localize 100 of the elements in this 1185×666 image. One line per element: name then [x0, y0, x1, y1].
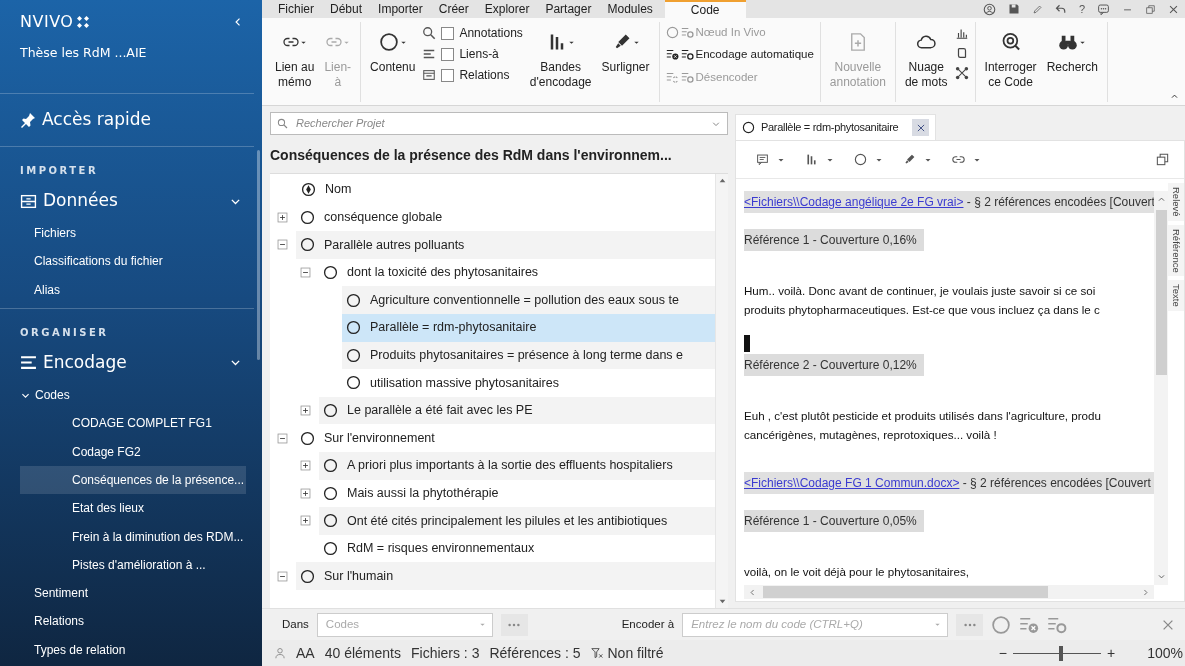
side-tab[interactable]: Relevé: [1168, 183, 1184, 221]
menu-tab[interactable]: Partager: [537, 0, 600, 18]
zoom-in-button[interactable]: +: [1107, 642, 1116, 664]
tree-row[interactable]: Sur l'humain: [296, 562, 715, 590]
sidebar-item[interactable]: Conséquences de la présence...: [20, 465, 246, 495]
tree-row[interactable]: utilisation massive phytosanitaires: [342, 369, 715, 397]
menu-tab[interactable]: Code: [664, 0, 746, 18]
slider-thumb[interactable]: [1059, 645, 1064, 661]
scope-dropdown[interactable]: Codes: [316, 612, 493, 637]
tree-row[interactable]: Mais aussi la phytothérapie: [319, 479, 715, 508]
search-box[interactable]: Rechercher Projet: [270, 112, 728, 135]
sidebar-item[interactable]: Classifications du fichier: [20, 247, 246, 276]
link-icon[interactable]: [952, 153, 965, 166]
sidebar-item[interactable]: Frein à la diminution des RDM...: [20, 522, 246, 551]
checkbox-label[interactable]: Relations: [459, 66, 510, 84]
network-icon[interactable]: [954, 66, 969, 80]
close-tab-button[interactable]: [912, 119, 930, 136]
save-icon[interactable]: [1007, 3, 1020, 15]
file-link[interactable]: <Fichiers\\Codage angélique 2e FG vrai>: [744, 195, 964, 209]
sidebar-item[interactable]: Sentiment: [20, 578, 246, 608]
group-title[interactable]: Données: [43, 188, 118, 214]
sort-icon[interactable]: [301, 182, 316, 198]
project-name[interactable]: Thèse les RdM ...AIE: [20, 44, 147, 63]
bars-icon[interactable]: [805, 153, 818, 166]
menu-tab[interactable]: Importer: [370, 0, 431, 18]
scrollbar-thumb[interactable]: [1155, 210, 1167, 375]
code-name-dropdown[interactable]: Entrez le nom du code (CTRL+Q): [682, 612, 949, 637]
expander-icon[interactable]: [298, 266, 312, 280]
expander-icon[interactable]: [275, 569, 289, 583]
tree-row[interactable]: conséquence globale: [296, 203, 715, 232]
menu-tab[interactable]: Modules: [599, 0, 661, 18]
ribbon-button[interactable]: Nuage de mots: [901, 22, 951, 92]
tree-row[interactable]: Sur l'environnement: [296, 424, 715, 452]
menu-tab[interactable]: Créer: [430, 0, 477, 18]
tree-row[interactable]: Ont été cités principalement les pilules et les antibiotiques: [319, 507, 715, 535]
filter-icon[interactable]: [590, 646, 604, 660]
sidebar-item[interactable]: Alias: [20, 275, 246, 304]
menu-tab[interactable]: Début: [322, 0, 371, 18]
tree-row[interactable]: Le parallèle a été fait avec les PE: [319, 396, 715, 425]
side-tab[interactable]: Référence: [1168, 224, 1184, 277]
file-link[interactable]: <Fichiers\\Codage FG 1 Commun.docx>: [744, 476, 960, 490]
scrollbar-thumb[interactable]: [763, 586, 1048, 598]
ribbon-button[interactable]: Recherch: [1043, 22, 1101, 77]
filter-status[interactable]: Non filtré: [607, 642, 664, 664]
pencil-icon[interactable]: [1031, 3, 1043, 15]
ribbon-button[interactable]: Surligner: [598, 22, 653, 77]
ribbon-button[interactable]: Contenu: [367, 22, 419, 77]
tree-row[interactable]: Parallèle autres polluants: [296, 231, 715, 259]
checkbox[interactable]: [441, 68, 455, 82]
sidebar-item[interactable]: Relations: [20, 607, 246, 636]
search-field[interactable]: Rechercher Projet: [294, 114, 705, 133]
side-tab[interactable]: Texte: [1168, 280, 1184, 312]
chat-icon[interactable]: [1097, 2, 1110, 16]
collapse-ribbon-icon[interactable]: [1170, 92, 1179, 101]
marker-icon[interactable]: [903, 153, 916, 166]
checkbox-label[interactable]: Annotations: [459, 24, 523, 42]
tree-row[interactable]: Agriculture conventionnelle = pollution des eaux sous te: [342, 286, 715, 314]
quick-access-link[interactable]: Accès rapide: [42, 107, 151, 133]
zoom-out-button[interactable]: −: [998, 642, 1007, 664]
tree-row[interactable]: Produits phytosanitaires = présence à long terme dans e: [342, 341, 715, 370]
expander-icon[interactable]: [298, 486, 312, 500]
scope-field[interactable]: Codes: [323, 614, 479, 635]
scroll-up-icon[interactable]: [717, 176, 727, 185]
restore-icon[interactable]: [1145, 3, 1156, 15]
tree-row[interactable]: Parallèle = rdm-phytosanitaire: [342, 313, 715, 342]
sidebar-item[interactable]: Pistes d'amélioration à ...: [20, 550, 246, 579]
undo-icon[interactable]: [1054, 3, 1067, 15]
checkbox[interactable]: [441, 26, 455, 40]
ribbon-button[interactable]: Bandes d'encodage: [526, 22, 595, 92]
checkbox[interactable]: [441, 47, 455, 61]
column-header[interactable]: Nom: [325, 180, 352, 200]
sidebar-item[interactable]: CODAGE COMPLET FG1: [20, 409, 246, 438]
scroll-down-icon[interactable]: [717, 597, 727, 606]
account-icon[interactable]: [982, 2, 996, 16]
ribbon-button[interactable]: Encodage automatique: [665, 46, 814, 64]
help-button[interactable]: ?: [1078, 0, 1085, 18]
annotation-icon[interactable]: [756, 153, 769, 166]
tree-row[interactable]: A priori plus importants à la sortie des effluents hospitaliers: [319, 451, 715, 480]
sidebar-item[interactable]: Types de relation: [20, 635, 246, 664]
restore-icon[interactable]: [1155, 152, 1170, 167]
expander-icon[interactable]: [298, 404, 312, 418]
expander-icon[interactable]: [298, 514, 312, 528]
sidebar-item[interactable]: Codes: [20, 380, 246, 410]
tree-row[interactable]: dont la toxicité des phytosanitaires: [319, 258, 715, 287]
ribbon-button[interactable]: Interroger ce Code: [981, 22, 1040, 92]
close-icon[interactable]: [1168, 3, 1179, 15]
sidebar-item[interactable]: Etat des lieux: [20, 494, 246, 523]
group-title[interactable]: Encodage: [43, 350, 127, 376]
menu-tab[interactable]: Fichier: [270, 0, 322, 18]
ribbon-button[interactable]: Lien au mémo: [272, 22, 318, 92]
tree-row[interactable]: RdM = risques environnementaux: [319, 534, 715, 563]
expander-icon[interactable]: [275, 210, 289, 224]
sidebar-item[interactable]: Codage FG2: [20, 437, 246, 466]
expander-icon[interactable]: [275, 238, 289, 252]
checkbox-label[interactable]: Liens-à: [459, 45, 499, 63]
expander-icon[interactable]: [298, 459, 312, 473]
sidebar-item[interactable]: Fichiers: [20, 219, 246, 248]
code-name-field[interactable]: Entrez le nom du code (CTRL+Q): [689, 614, 935, 635]
menu-tab[interactable]: Explorer: [476, 0, 538, 18]
document-tab[interactable]: Parallèle = rdm-phytosanitaire: [735, 114, 937, 140]
